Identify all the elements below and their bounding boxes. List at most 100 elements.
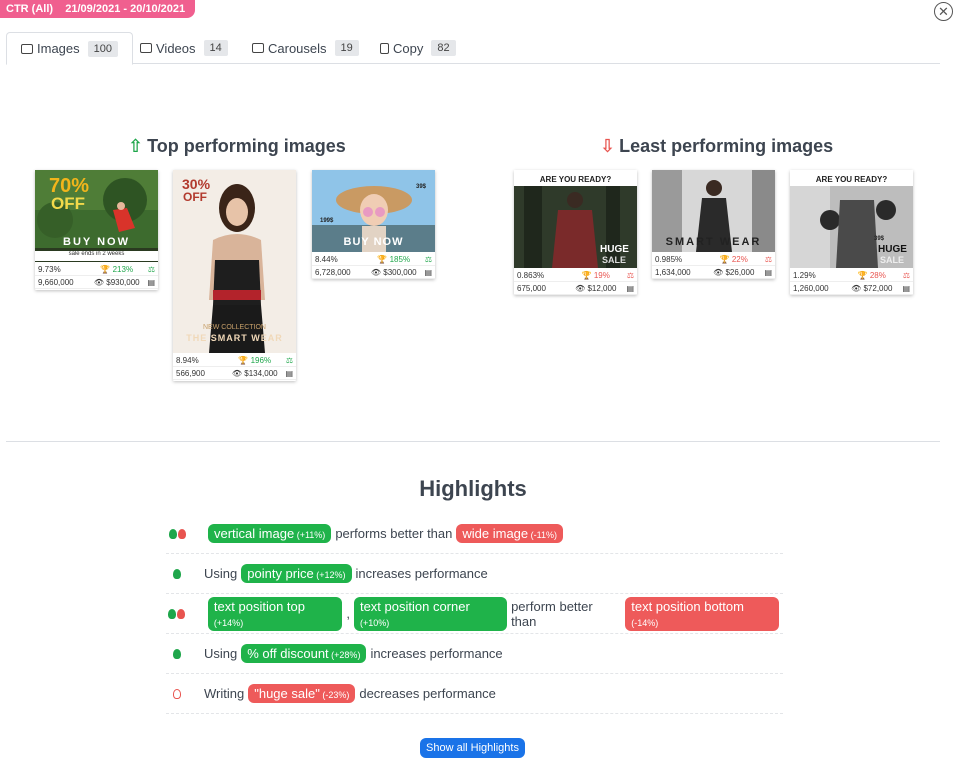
highlight-row: Writing "huge sale" (-23%) decreases perfo… bbox=[166, 674, 783, 714]
highlight-row: Using pointy price (+12%) increases perfor… bbox=[166, 554, 783, 594]
trophy-icon: 🏆 bbox=[857, 270, 868, 280]
highlight-row: Using% off discount (+28%) increases perf… bbox=[166, 634, 783, 674]
ad-banner: ARE YOU READY? bbox=[539, 175, 612, 184]
section-divider bbox=[6, 441, 940, 442]
eye-icon: 👁 bbox=[575, 283, 586, 293]
scale-icon: ⚖ bbox=[626, 270, 634, 280]
negative-tag: wide image (-11%) bbox=[456, 524, 563, 543]
ad-subheadline: OFF bbox=[183, 190, 207, 204]
ad-cta: HUGE bbox=[600, 244, 629, 255]
tab-videos[interactable]: Videos 14 bbox=[140, 32, 228, 64]
show-all-highlights-button[interactable]: Show all Highlights bbox=[420, 738, 525, 758]
highlight-text: increases performance bbox=[370, 646, 503, 661]
tab-bar: Images 100 Videos 14 Carousels 19 Copy 8… bbox=[6, 32, 940, 65]
tab-count: 100 bbox=[87, 40, 118, 57]
money-icon: ▤ bbox=[424, 267, 432, 277]
ad-cta: SALE bbox=[880, 255, 905, 265]
positive-tag: vertical image (+11%) bbox=[208, 524, 332, 543]
date-range-badge: CTR (All) 21/09/2021 - 20/10/2021 bbox=[0, 0, 196, 18]
carousel-icon bbox=[252, 43, 264, 53]
trophy-icon: 🏆 bbox=[238, 355, 249, 365]
tab-count: 14 bbox=[203, 40, 228, 56]
ad-cta: HUGE bbox=[878, 244, 907, 255]
ad-cta: BUY NOW bbox=[343, 236, 404, 248]
highlight-text: Using bbox=[204, 646, 238, 661]
positive-tag: text position corner (+10%) bbox=[353, 596, 508, 631]
trophy-icon: 🏆 bbox=[581, 270, 592, 280]
highlight-text: , bbox=[346, 606, 350, 621]
lightbulb-icon bbox=[166, 608, 188, 619]
eye-icon: 👁 bbox=[851, 283, 862, 293]
negative-tag: "huge sale" (-23%) bbox=[248, 684, 356, 703]
ad-price: 199$ bbox=[320, 218, 334, 224]
lightbulb-icon bbox=[166, 688, 188, 699]
image-icon bbox=[21, 43, 33, 54]
ad-price: 39$ bbox=[416, 184, 427, 190]
ad-metrics: 9.73% 🏆 213% ⚖ 9,660,000 👁 $930,000 ▤ bbox=[35, 263, 158, 289]
highlight-row: vertical image (+11%) performs better tha… bbox=[166, 514, 783, 554]
lightbulb-icon bbox=[166, 528, 188, 539]
ad-price: 39$ bbox=[874, 236, 885, 242]
tab-images[interactable]: Images 100 bbox=[6, 32, 133, 65]
trophy-icon: 🏆 bbox=[719, 254, 730, 264]
trophy-icon: 🏆 bbox=[377, 254, 388, 264]
ad-card[interactable]: ARE YOU READY? 39$ HUGE SALE 1.29% 🏆 28% ⚖… bbox=[790, 170, 913, 295]
document-icon bbox=[380, 42, 389, 54]
ad-metrics: 1.29% 🏆 28% ⚖ 1,260,000 👁 $72,000 ▤ bbox=[790, 269, 913, 295]
lightbulb-icon bbox=[166, 648, 188, 659]
arrow-up-icon: ⇧ bbox=[128, 136, 144, 156]
scale-icon: ⚖ bbox=[285, 355, 293, 365]
ad-card[interactable]: 199$ 39$ BUY NOW 8.44% 🏆 185% ⚖ 6,728,000 👁… bbox=[312, 170, 435, 279]
video-icon bbox=[140, 43, 152, 53]
highlight-row: text position top (+14%), text position c… bbox=[166, 594, 783, 634]
tab-count: 19 bbox=[334, 40, 359, 56]
top-performing-title: ⇧ Top performing images bbox=[128, 136, 346, 156]
tab-count: 82 bbox=[431, 40, 456, 56]
tab-label: Images bbox=[37, 41, 80, 56]
scale-icon: ⚖ bbox=[424, 254, 432, 264]
tab-copy[interactable]: Copy 82 bbox=[380, 32, 456, 64]
positive-tag: pointy price (+12%) bbox=[241, 564, 352, 583]
ad-metrics: 8.44% 🏆 185% ⚖ 6,728,000 👁 $300,000 ▤ bbox=[312, 253, 435, 279]
ad-tagline: sale ends in 2 weeks bbox=[35, 251, 158, 261]
tab-carousels[interactable]: Carousels 19 bbox=[252, 32, 359, 64]
ad-banner: ARE YOU READY? bbox=[815, 175, 888, 184]
eye-icon: 👁 bbox=[93, 277, 105, 287]
ad-cta: BUY NOW bbox=[63, 236, 130, 248]
ad-cta: SALE bbox=[602, 255, 627, 265]
scale-icon: ⚖ bbox=[764, 254, 772, 264]
eye-icon: 👁 bbox=[370, 267, 382, 277]
eye-icon: 👁 bbox=[231, 368, 243, 378]
ad-card[interactable]: SMART WEAR 0.985% 🏆 22% ⚖ 1,634,000 👁 $26,0… bbox=[652, 170, 775, 279]
money-icon: ▤ bbox=[147, 277, 155, 287]
money-icon: ▤ bbox=[285, 368, 293, 378]
ad-tagline: NEW COLLECTION bbox=[202, 324, 266, 331]
highlight-text: Using bbox=[204, 566, 238, 581]
scale-icon: ⚖ bbox=[147, 264, 155, 274]
trophy-icon: 🏆 bbox=[100, 264, 111, 274]
money-icon: ▤ bbox=[764, 267, 772, 277]
least-performing-title: ⇩ Least performing images bbox=[600, 136, 834, 156]
ad-cta: SMART WEAR bbox=[665, 236, 762, 248]
positive-tag: % off discount (+28%) bbox=[241, 644, 367, 663]
close-icon[interactable]: ✕ bbox=[934, 2, 953, 21]
ad-metrics: 8.94% 🏆 196% ⚖ 566,900 👁 $134,000 ▤ bbox=[173, 354, 296, 380]
highlight-text: perform better than bbox=[511, 598, 593, 629]
highlight-text: performs better than bbox=[335, 526, 453, 541]
ad-card[interactable]: ARE YOU READY? HUGE SALE 0.863% 🏆 19% ⚖ 67… bbox=[514, 170, 637, 295]
positive-tag: text position top (+14%) bbox=[207, 596, 343, 631]
tab-label: Copy bbox=[393, 40, 424, 56]
ad-card[interactable]: 30% OFF NEW COLLECTION THE SMART WEAR 8.… bbox=[173, 170, 296, 381]
ad-card[interactable]: 70% OFF BUY NOW sale ends in 2 weeks 9.7… bbox=[35, 170, 158, 290]
tab-label: Videos bbox=[156, 40, 196, 56]
ad-metrics: 0.863% 🏆 19% ⚖ 675,000 👁 $12,000 ▤ bbox=[514, 269, 637, 295]
negative-tag: text position bottom (-14%) bbox=[625, 596, 779, 631]
highlight-text: decreases performance bbox=[359, 686, 496, 701]
money-icon: ▤ bbox=[902, 283, 910, 293]
highlights-title: Highlights bbox=[419, 476, 527, 501]
ad-subheadline: OFF bbox=[51, 194, 85, 213]
lightbulb-icon bbox=[166, 568, 188, 579]
arrow-down-icon: ⇩ bbox=[600, 136, 616, 156]
ad-metrics: 0.985% 🏆 22% ⚖ 1,634,000 👁 $26,000 ▤ bbox=[652, 253, 775, 279]
eye-icon: 👁 bbox=[713, 267, 724, 277]
